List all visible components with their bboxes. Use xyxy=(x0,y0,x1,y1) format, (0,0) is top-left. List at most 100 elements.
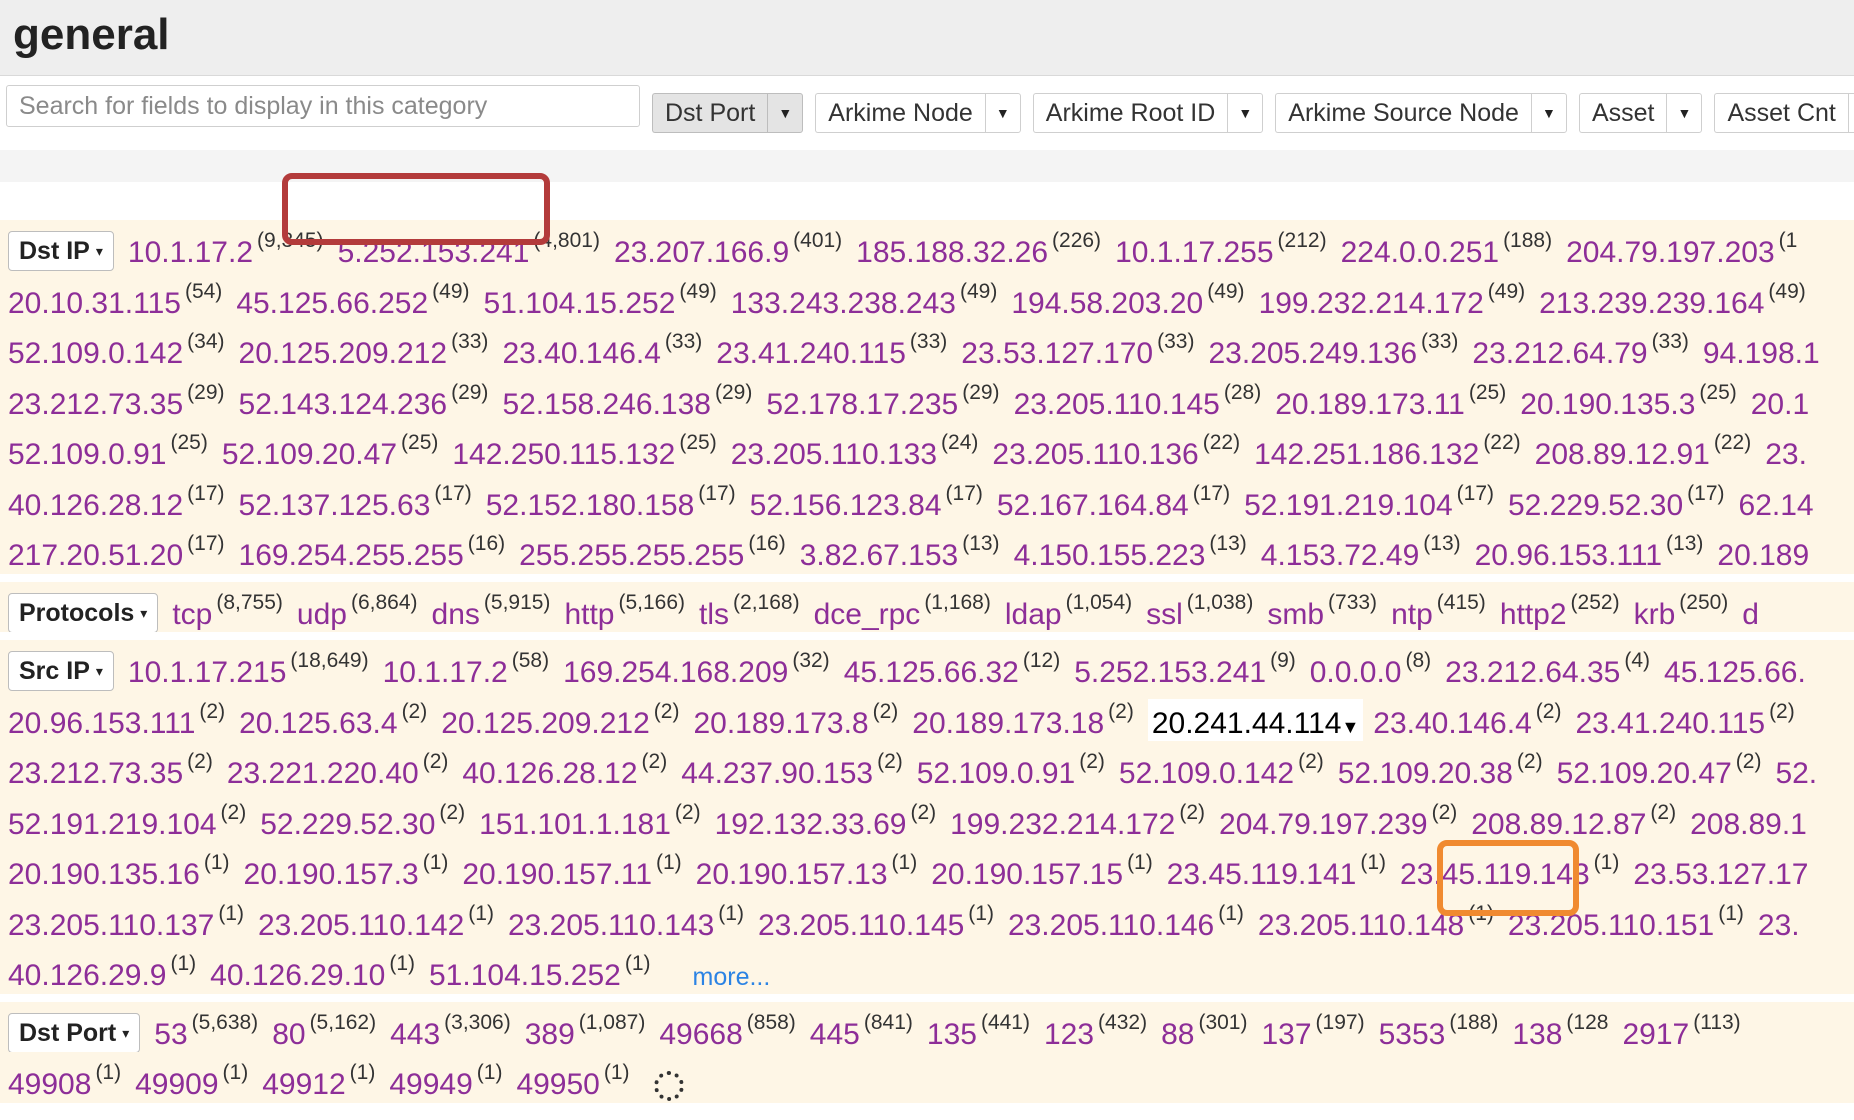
value-text[interactable]: 4.153.72.49 xyxy=(1261,539,1419,572)
value-link[interactable]: 49909 (1) xyxy=(135,1061,248,1101)
value-text[interactable]: 45.125.66. xyxy=(1664,656,1806,689)
chevron-down-icon[interactable]: ▾ xyxy=(96,663,103,679)
chevron-down-icon[interactable]: ▾ xyxy=(96,243,103,259)
value-link[interactable]: 52.156.123.84 (17) xyxy=(750,482,983,522)
value-text[interactable]: 23.41.240.115 xyxy=(716,337,906,370)
field-button[interactable]: Asset Cnt▼ xyxy=(1714,93,1854,133)
section-dropdown-label[interactable]: Src IP xyxy=(19,657,90,685)
value-text[interactable]: tls xyxy=(699,598,729,631)
value-text[interactable]: 53 xyxy=(154,1018,187,1051)
value-link[interactable]: 20.190.135.3 (25) xyxy=(1520,381,1737,421)
value-text[interactable]: 20.96.153.111 xyxy=(8,707,195,740)
value-link[interactable]: 23.40.146.4 (33) xyxy=(502,330,702,370)
value-text[interactable]: 194.58.203.20 xyxy=(1011,287,1203,320)
field-button-label[interactable]: Arkime Source Node xyxy=(1275,93,1531,133)
value-link[interactable]: ssl (1,038) xyxy=(1146,591,1253,631)
value-text[interactable]: 52.229.52.30 xyxy=(260,808,435,841)
value-link[interactable]: 44.237.90.153 (2) xyxy=(681,750,903,790)
value-text[interactable]: 20.125.209.212 xyxy=(441,707,650,740)
value-text[interactable]: 23.212.73.35 xyxy=(8,388,183,421)
value-text[interactable]: 23.205.110.146 xyxy=(1008,909,1214,942)
value-link[interactable]: 20.125.209.212 (2) xyxy=(441,700,679,740)
value-text[interactable]: 45.125.66.32 xyxy=(844,656,1019,689)
value-link[interactable]: 23.205.249.136 (33) xyxy=(1208,330,1458,370)
value-text[interactable]: 23.45.119.141 xyxy=(1167,858,1357,891)
value-text[interactable]: dns xyxy=(432,598,480,631)
value-link[interactable]: 49950 (1) xyxy=(516,1061,629,1101)
value-text[interactable]: 52.109.0.142 xyxy=(8,337,183,370)
more-link[interactable]: more... xyxy=(693,963,771,991)
value-link[interactable]: ldap (1,054) xyxy=(1005,591,1132,631)
value-text[interactable]: 208.89.1 xyxy=(1690,808,1807,841)
value-link[interactable]: 4.153.72.49 (13) xyxy=(1261,532,1461,572)
value-text[interactable]: http2 xyxy=(1500,598,1567,631)
value-link[interactable]: 20.96.153.111 (2) xyxy=(8,700,225,740)
value-link[interactable]: 53 (5,638) xyxy=(154,1011,258,1051)
value-text[interactable]: 208.89.12.87 xyxy=(1471,808,1646,841)
value-text[interactable]: 199.232.214.172 xyxy=(1259,287,1484,320)
value-text[interactable]: 23.221.220.40 xyxy=(227,757,419,790)
section-dropdown-label[interactable]: Protocols xyxy=(19,599,134,627)
value-link[interactable]: 52.109.0.91 (25) xyxy=(8,431,208,471)
value-text[interactable]: 23.205.110.136 xyxy=(992,438,1198,471)
value-link[interactable]: 51.104.15.252 (1) xyxy=(429,952,651,992)
value-text[interactable]: 20.190.135.16 xyxy=(8,858,200,891)
field-button-label[interactable]: Asset Cnt xyxy=(1714,93,1848,133)
value-text[interactable]: 192.132.33.69 xyxy=(715,808,907,841)
value-link[interactable]: 52.152.180.158 (17) xyxy=(486,482,736,522)
section-dropdown[interactable]: Dst Port ▾ xyxy=(8,1012,141,1052)
value-text[interactable]: 20.189.173.11 xyxy=(1275,388,1465,421)
value-text[interactable]: 10.1.17.215 xyxy=(128,656,286,689)
value-text[interactable]: 135 xyxy=(927,1018,977,1051)
value-link[interactable]: 52.167.164.84 (17) xyxy=(997,482,1230,522)
value-link[interactable]: 224.0.0.251 (188) xyxy=(1341,229,1553,269)
field-button[interactable]: Arkime Node ▼ xyxy=(815,93,1021,133)
value-text[interactable]: 255.255.255.255 xyxy=(519,539,744,572)
value-text[interactable]: 52.109.0.91 xyxy=(8,438,166,471)
value-text[interactable]: 5353 xyxy=(1379,1018,1446,1051)
value-link[interactable]: 52.109.0.91 (2) xyxy=(917,750,1105,790)
value-link[interactable]: 10.1.17.2 (58) xyxy=(383,649,549,689)
value-text[interactable]: 23.205.249.136 xyxy=(1208,337,1417,370)
value-text[interactable]: 88 xyxy=(1161,1018,1194,1051)
value-text[interactable]: 44.237.90.153 xyxy=(681,757,873,790)
value-link[interactable]: 4.150.155.223 (13) xyxy=(1014,532,1247,572)
value-text[interactable]: 20.189.173.8 xyxy=(693,707,868,740)
value-link[interactable]: 23.45.119.141 (1) xyxy=(1167,851,1386,891)
value-link[interactable]: 49908 (1) xyxy=(8,1061,121,1101)
value-text[interactable]: 123 xyxy=(1044,1018,1094,1051)
value-link[interactable]: 52.229.52.30 (2) xyxy=(260,801,465,841)
value-link[interactable]: 138 (128 xyxy=(1512,1011,1608,1051)
value-text[interactable]: 52.167.164.84 xyxy=(997,489,1189,522)
field-button-label[interactable]: Dst Port xyxy=(652,93,768,133)
value-text[interactable]: 213.239.239.164 xyxy=(1539,287,1764,320)
field-button-label[interactable]: Arkime Root ID xyxy=(1032,93,1228,133)
value-link[interactable]: 52.143.124.236 (29) xyxy=(239,381,489,421)
value-text[interactable]: 40.126.28.12 xyxy=(8,489,183,522)
value-link[interactable]: 133.243.238.243 (49) xyxy=(731,280,998,320)
value-text[interactable]: 20.1 xyxy=(1751,388,1809,421)
value-text[interactable]: 138 xyxy=(1512,1018,1562,1051)
value-text[interactable]: 20.190.157.11 xyxy=(462,858,652,891)
value-link[interactable]: smb (733) xyxy=(1267,591,1377,631)
value-link[interactable]: 40.126.28.12 (17) xyxy=(8,482,225,522)
value-link[interactable]: 217.20.51.20 (17) xyxy=(8,532,225,572)
value-text[interactable]: 151.101.1.181 xyxy=(479,808,671,841)
caret-down-icon[interactable]: ▼ xyxy=(1341,717,1359,737)
value-link[interactable]: 52. xyxy=(1775,757,1817,790)
value-link[interactable]: 20.125.63.4 (2) xyxy=(239,700,427,740)
value-text[interactable]: 40.126.28.12 xyxy=(462,757,637,790)
value-text[interactable]: 40.126.29.10 xyxy=(210,959,385,992)
value-link[interactable]: 52.109.20.47 (2) xyxy=(1557,750,1762,790)
value-link[interactable]: 10.1.17.255 (212) xyxy=(1115,229,1327,269)
chevron-down-icon[interactable]: ▾ xyxy=(122,1025,129,1041)
value-text[interactable]: 23. xyxy=(1765,438,1807,471)
value-link[interactable]: 20.190.157.11 (1) xyxy=(462,851,681,891)
value-text[interactable]: 20.10.31.115 xyxy=(8,287,181,320)
value-text[interactable]: 20.189 xyxy=(1717,539,1809,572)
value-link[interactable]: 3.82.67.153 (13) xyxy=(800,532,1000,572)
value-text[interactable]: 45.125.66.252 xyxy=(236,287,428,320)
value-text[interactable]: 23.40.146.4 xyxy=(1373,707,1531,740)
value-text[interactable]: ssl xyxy=(1146,598,1183,631)
value-link[interactable]: 5.252.153.241 (9) xyxy=(1074,649,1296,689)
